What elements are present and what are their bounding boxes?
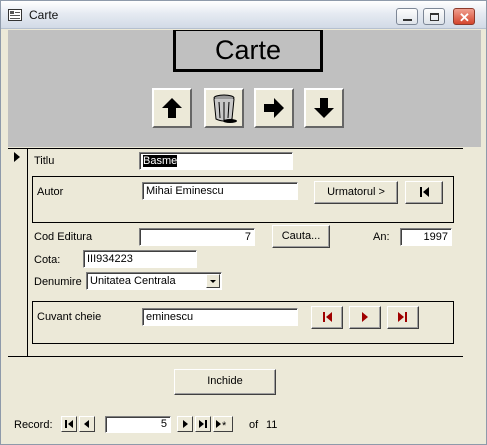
form-icon xyxy=(8,9,22,21)
delete-record-button[interactable] xyxy=(204,88,244,128)
last-record-button[interactable] xyxy=(304,88,344,128)
record-selector[interactable] xyxy=(8,148,28,357)
arrow-down-icon xyxy=(314,98,334,118)
form-body: Carte Titlu Basme Autor Mihai Eminescu U… xyxy=(8,30,481,442)
current-record-icon xyxy=(14,152,20,162)
cod-editura-field[interactable]: 7 xyxy=(139,228,255,246)
record-label: Record: xyxy=(14,419,53,431)
window-title: Carte xyxy=(29,8,59,22)
cod-editura-label: Cod Editura xyxy=(34,231,93,243)
next-record-button[interactable] xyxy=(254,88,294,128)
record-number-field[interactable]: 5 xyxy=(105,416,171,433)
nav-next-button[interactable] xyxy=(177,416,193,432)
minimize-icon xyxy=(403,19,412,21)
nav-last-button[interactable] xyxy=(195,416,211,432)
previous-icon xyxy=(84,420,89,428)
divider xyxy=(8,148,463,149)
close-icon: ✕ xyxy=(459,10,470,25)
an-label: An: xyxy=(373,231,390,243)
denumire-label: Denumire xyxy=(34,276,82,288)
cota-label: Cota: xyxy=(34,254,61,266)
maximize-icon xyxy=(430,13,439,21)
titlu-value: Basme xyxy=(143,155,178,167)
form-footer: Inchide xyxy=(8,358,481,408)
first-keyword-button[interactable] xyxy=(311,306,343,329)
svg-text:*: * xyxy=(222,420,227,431)
denumire-combo[interactable]: Unitatea Centrala xyxy=(86,272,222,290)
record-of-label: of xyxy=(249,419,259,431)
cuvant-cheie-field[interactable]: eminescu xyxy=(142,308,298,326)
chevron-down-icon[interactable] xyxy=(206,274,220,288)
detail-section: Titlu Basme Autor Mihai Eminescu Urmator… xyxy=(8,148,481,357)
form-caption: Carte xyxy=(173,30,323,72)
last-icon xyxy=(199,420,207,428)
last-keyword-button[interactable] xyxy=(387,306,419,329)
title-bar[interactable]: Carte ✕ xyxy=(1,1,486,29)
autor-field[interactable]: Mihai Eminescu xyxy=(142,182,298,200)
nav-first-button[interactable] xyxy=(61,416,77,432)
first-icon xyxy=(65,420,73,428)
cota-field[interactable]: III934223 xyxy=(83,250,197,268)
an-field[interactable]: 1997 xyxy=(400,228,452,246)
first-icon xyxy=(323,312,332,322)
first-icon xyxy=(420,187,429,197)
urmatorul-button[interactable]: Urmatorul > xyxy=(314,181,398,204)
previous-record-button[interactable] xyxy=(152,88,192,128)
next-keyword-button[interactable] xyxy=(349,306,381,329)
new-record-icon: * xyxy=(216,420,227,431)
next-icon xyxy=(362,312,368,322)
cauta-button[interactable]: Cauta... xyxy=(272,225,330,248)
maximize-button[interactable] xyxy=(423,8,445,25)
denumire-value: Unitatea Centrala xyxy=(90,275,176,287)
minimize-button[interactable] xyxy=(396,8,418,25)
divider xyxy=(8,356,463,357)
first-author-button[interactable] xyxy=(405,181,443,204)
last-icon xyxy=(398,312,407,322)
arrow-up-icon xyxy=(162,98,182,118)
autor-label: Autor xyxy=(37,186,64,198)
next-icon xyxy=(183,420,188,428)
close-button[interactable]: ✕ xyxy=(453,8,475,25)
trash-icon xyxy=(213,94,237,123)
inchide-button[interactable]: Inchide xyxy=(174,369,276,395)
titlu-field[interactable]: Basme xyxy=(139,152,293,170)
nav-previous-button[interactable] xyxy=(79,416,95,432)
nav-new-button[interactable]: * xyxy=(213,416,233,432)
titlu-label: Titlu xyxy=(34,155,55,167)
record-total: 11 xyxy=(266,419,278,431)
form-header: Carte xyxy=(8,30,481,147)
window: Carte ✕ Carte Titlu Basme Autor Mihai Em… xyxy=(0,0,487,445)
arrow-right-icon xyxy=(264,98,284,118)
cuvant-cheie-label: Cuvant cheie xyxy=(37,311,102,323)
